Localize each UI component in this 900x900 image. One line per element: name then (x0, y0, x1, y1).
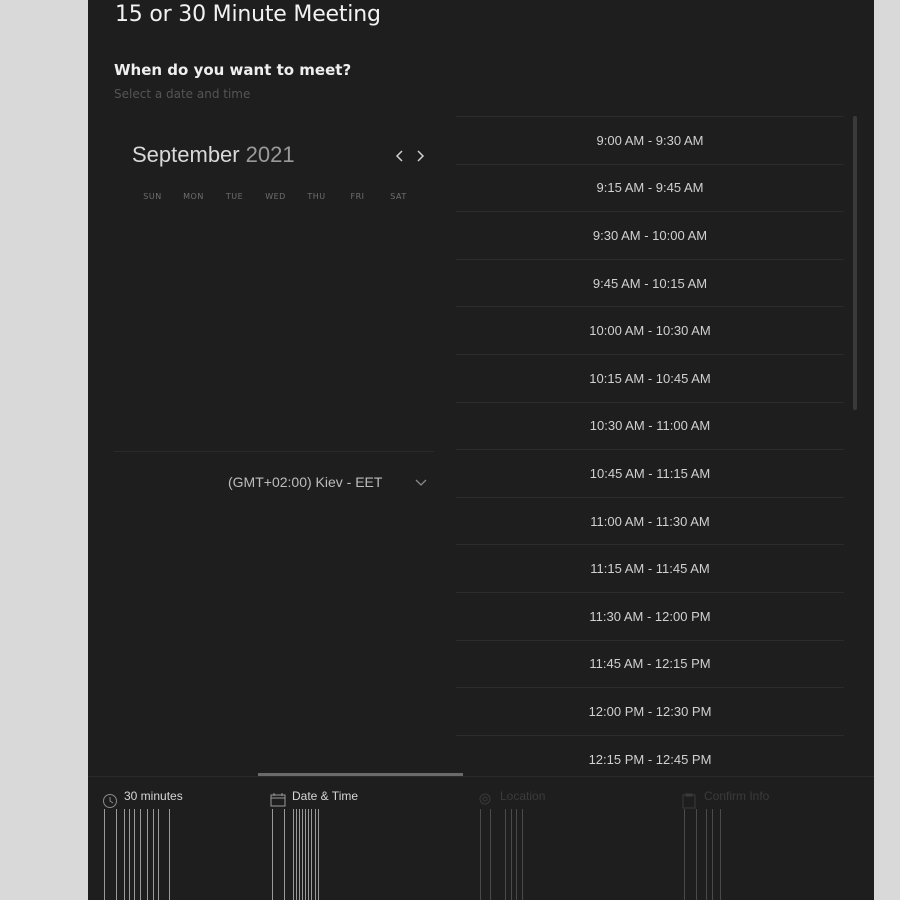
time-slot[interactable]: 11:30 AM - 12:00 PM (456, 591, 844, 640)
weekday-wed: WED (265, 192, 286, 201)
location-pin-icon (479, 793, 491, 805)
scrollbar-thumb[interactable] (853, 116, 857, 410)
weekday-thu: THU (307, 192, 326, 201)
step-label: Confirm Info (704, 789, 770, 803)
time-slot[interactable]: 10:45 AM - 11:15 AM (456, 449, 844, 497)
step-tabs: 30 minutes Date & Time Location Confirm … (88, 773, 874, 900)
calendar-month: September (132, 142, 240, 167)
weekday-header: SUN MON TUE WED THU FRI SAT (132, 192, 432, 201)
weekday-fri: FRI (350, 192, 365, 201)
step-label: Location (500, 789, 546, 803)
next-month-button[interactable] (412, 148, 428, 164)
time-slot[interactable]: 10:15 AM - 10:45 AM (456, 353, 844, 402)
weekday-tue: TUE (225, 192, 244, 201)
clock-icon (103, 794, 117, 808)
step-location[interactable]: Location (478, 777, 678, 900)
time-slot[interactable]: 12:00 PM - 12:30 PM (456, 687, 844, 735)
calendar-icon (270, 793, 286, 807)
step-date-time[interactable]: Date & Time (270, 777, 470, 900)
time-slot-list[interactable]: 9:00 AM - 9:30 AM 9:15 AM - 9:45 AM 9:30… (456, 116, 844, 778)
chevron-down-icon (415, 479, 427, 486)
step-graphic (682, 809, 762, 900)
step-confirm-info[interactable]: Confirm Info (682, 777, 874, 900)
scheduler-panel: 15 or 30 Minute Meeting When do you want… (88, 0, 874, 900)
time-slot[interactable]: 11:00 AM - 11:30 AM (456, 496, 844, 545)
calendar-divider (114, 451, 434, 452)
step-label: Date & Time (292, 789, 359, 803)
time-slot[interactable]: 9:30 AM - 10:00 AM (456, 211, 844, 259)
section-heading: When do you want to meet? (114, 61, 352, 79)
page-title: 15 or 30 Minute Meeting (115, 2, 381, 27)
time-slot[interactable]: 9:00 AM - 9:30 AM (456, 116, 844, 164)
chevron-right-icon (417, 150, 425, 162)
time-slot[interactable]: 10:00 AM - 10:30 AM (456, 306, 844, 354)
previous-month-button[interactable] (392, 148, 408, 164)
weekday-sun: SUN (143, 192, 162, 201)
time-slot[interactable]: 9:15 AM - 9:45 AM (456, 163, 844, 212)
time-slot-scrollbar[interactable] (853, 116, 857, 776)
time-slot[interactable]: 10:30 AM - 11:00 AM (456, 401, 844, 450)
time-slot[interactable]: 12:15 PM - 12:45 PM (456, 734, 844, 778)
clipboard-icon (682, 793, 696, 809)
active-step-indicator (258, 773, 463, 776)
step-graphic (478, 809, 558, 900)
timezone-label: (GMT+02:00) Kiev - EET (228, 474, 383, 490)
calendar-year: 2021 (245, 142, 295, 167)
timezone-select[interactable]: (GMT+02:00) Kiev - EET (208, 464, 434, 500)
step-graphic (270, 809, 350, 900)
time-slot[interactable]: 11:45 AM - 12:15 PM (456, 639, 844, 688)
time-slot[interactable]: 11:15 AM - 11:45 AM (456, 544, 844, 592)
time-slot[interactable]: 9:45 AM - 10:15 AM (456, 258, 844, 307)
calendar-header: September 2021 (132, 142, 432, 174)
weekday-sat: SAT (390, 192, 407, 201)
weekday-mon: MON (183, 192, 204, 201)
step-label: 30 minutes (124, 789, 183, 803)
section-subtitle: Select a date and time (114, 87, 251, 101)
chevron-left-icon (395, 150, 403, 162)
step-graphic (102, 809, 182, 900)
